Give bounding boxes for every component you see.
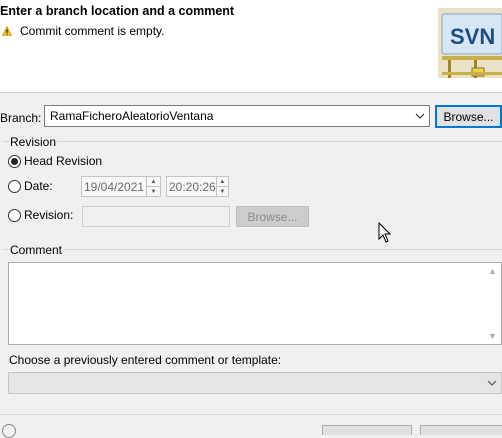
- comment-group: [3, 249, 502, 250]
- spin-up-icon[interactable]: ▲: [147, 177, 160, 187]
- ok-button[interactable]: [322, 425, 412, 435]
- comment-group-label: Comment: [9, 243, 64, 257]
- head-revision-label: Head Revision: [24, 154, 103, 168]
- scroll-down-icon[interactable]: ▼: [484, 331, 501, 341]
- revision-option[interactable]: Revision:: [8, 208, 73, 222]
- cancel-button[interactable]: [420, 425, 502, 435]
- warning-icon: [2, 26, 12, 36]
- template-combobox[interactable]: [8, 372, 502, 394]
- time-spinner[interactable]: 20:20:26 ▲ ▼: [166, 176, 229, 197]
- warning-message: Commit comment is empty.: [2, 24, 164, 38]
- date-radio[interactable]: [8, 179, 21, 193]
- date-label: Date:: [24, 179, 53, 193]
- svn-logo-text: SVN: [450, 24, 495, 49]
- browse-branch-button[interactable]: Browse...: [435, 105, 502, 128]
- spin-down-icon[interactable]: ▼: [217, 187, 228, 196]
- revision-input[interactable]: [82, 206, 230, 227]
- spin-up-icon[interactable]: ▲: [216, 177, 228, 187]
- head-revision-option[interactable]: Head Revision: [8, 154, 102, 168]
- mouse-cursor-icon: [378, 222, 392, 243]
- comment-scrollbar[interactable]: ▲ ▼: [484, 263, 501, 344]
- time-value: 20:20:26: [169, 179, 216, 194]
- banner-separator: [0, 92, 502, 93]
- branch-combobox[interactable]: RamaFicheroAleatorioVentana: [44, 105, 430, 127]
- template-label: Choose a previously entered comment or t…: [9, 353, 282, 367]
- date-option[interactable]: Date:: [8, 179, 53, 193]
- chevron-down-icon[interactable]: [483, 380, 501, 386]
- revision-group-label: Revision: [9, 135, 58, 149]
- browse-revision-button[interactable]: Browse...: [236, 206, 309, 227]
- scroll-up-icon[interactable]: ▲: [484, 266, 501, 276]
- head-revision-radio[interactable]: [8, 154, 21, 168]
- warning-text: Commit comment is empty.: [20, 24, 165, 38]
- revision-label: Revision:: [24, 208, 74, 222]
- date-value: 19/04/2021: [84, 179, 145, 194]
- dialog-title: Enter a branch location and a comment: [0, 4, 235, 18]
- button-bar-separator: [0, 414, 502, 415]
- comment-textarea[interactable]: ▲ ▼: [8, 262, 502, 345]
- svn-logo-icon: SVN: [438, 8, 502, 78]
- help-icon[interactable]: [2, 424, 16, 438]
- spin-down-icon[interactable]: ▼: [147, 187, 160, 196]
- branch-value: RamaFicheroAleatorioVentana: [50, 109, 214, 123]
- chevron-down-icon[interactable]: [411, 113, 429, 119]
- branch-label: Branch:: [0, 111, 42, 125]
- revision-radio[interactable]: [8, 208, 21, 222]
- date-spinner[interactable]: 19/04/2021 ▲ ▼: [81, 176, 161, 197]
